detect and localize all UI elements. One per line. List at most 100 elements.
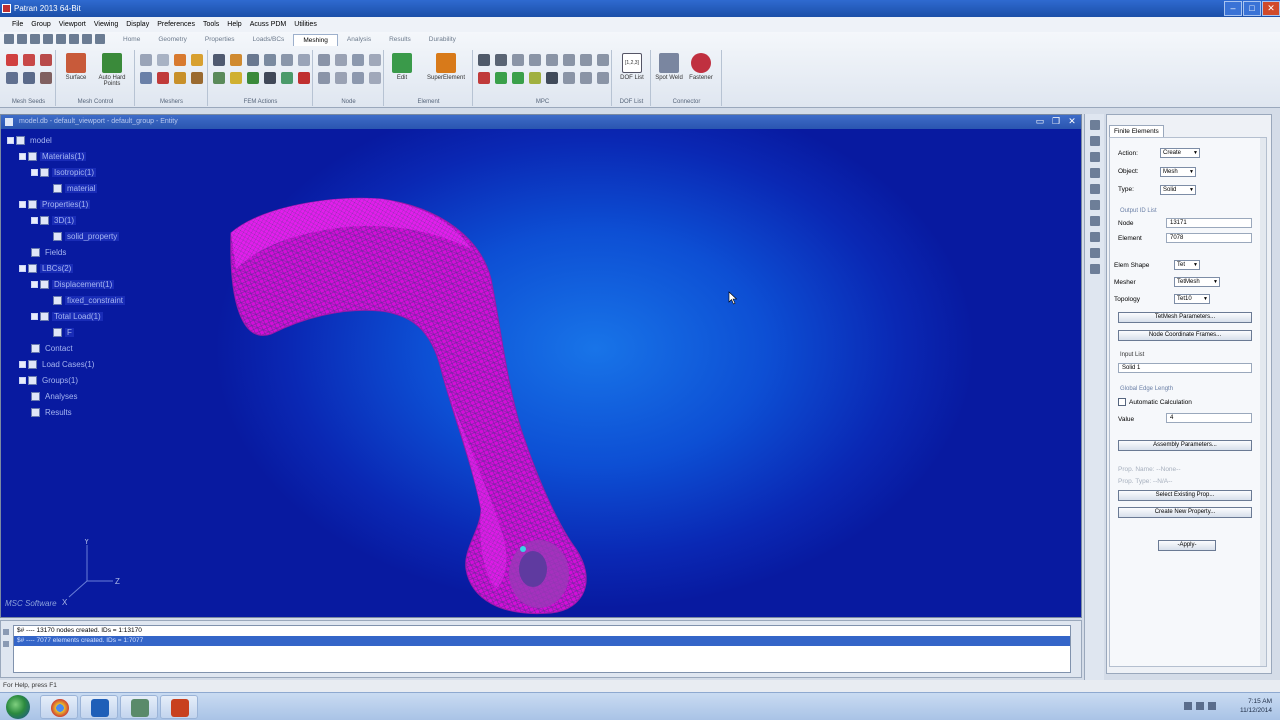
mpc-modify-icon[interactable] xyxy=(580,72,592,84)
fem-equiv-icon[interactable] xyxy=(213,72,225,84)
mpc-rbe1-icon[interactable] xyxy=(597,54,609,66)
viewport-close-button[interactable]: ✕ xyxy=(1065,116,1079,127)
mesher-sweep-icon[interactable] xyxy=(191,54,203,66)
tab-finite-elements[interactable]: Finite Elements xyxy=(1109,125,1164,137)
zoom-in-icon[interactable] xyxy=(1089,136,1100,146)
network-icon[interactable] xyxy=(1196,702,1204,710)
topology-select[interactable]: Tet10 xyxy=(1174,294,1210,304)
fem-transform-icon[interactable] xyxy=(281,54,293,66)
tree-item-solid-property[interactable]: solid_property xyxy=(53,231,120,243)
mpc-sliding-icon[interactable] xyxy=(495,72,507,84)
spot-weld-button[interactable]: Spot Weld xyxy=(652,53,686,81)
tree-item-isotropic[interactable]: Isotropic(1) xyxy=(31,167,97,179)
node-project-icon[interactable] xyxy=(352,72,364,84)
iso-view-icon[interactable] xyxy=(1089,168,1100,178)
viewport-restore-button[interactable]: ❐ xyxy=(1049,116,1063,127)
mesher-select[interactable]: TetMesh xyxy=(1174,277,1220,287)
element-id-field[interactable]: 7078 xyxy=(1166,233,1252,243)
mpc-link-icon[interactable] xyxy=(546,72,558,84)
front-view-icon[interactable] xyxy=(1089,184,1100,194)
object-select[interactable]: Mesh xyxy=(1160,167,1196,177)
edge-length-value-field[interactable]: 4 xyxy=(1166,413,1252,423)
fem-sweep-icon[interactable] xyxy=(264,54,276,66)
menu-acuss-pdm[interactable]: Acuss PDM xyxy=(250,21,287,28)
tree-item-total-load[interactable]: Total Load(1) xyxy=(31,311,103,323)
mpc-show-icon[interactable] xyxy=(563,72,575,84)
close-button[interactable]: ✕ xyxy=(1262,1,1280,16)
mpc-surf-icon[interactable] xyxy=(512,72,524,84)
tree-item-materials[interactable]: Materials(1) xyxy=(19,151,87,163)
mpc-rbe3-icon[interactable] xyxy=(512,54,524,66)
menu-tools[interactable]: Tools xyxy=(203,21,219,28)
viewport-canvas[interactable]: model Materials(1) Isotropic(1) material… xyxy=(1,129,1081,617)
tree-item-fixed-constraint[interactable]: fixed_constraint xyxy=(53,295,126,307)
fem-pointer-icon[interactable] xyxy=(213,54,225,66)
tab-durability[interactable]: Durability xyxy=(420,34,465,46)
node-show-icon[interactable] xyxy=(369,54,381,66)
tab-loads-bcs[interactable]: Loads/BCs xyxy=(244,34,294,46)
tree-item-f[interactable]: F xyxy=(53,327,74,339)
tree-item-fields[interactable]: Fields xyxy=(31,247,68,259)
print-icon[interactable] xyxy=(56,34,66,44)
tree-item-properties[interactable]: Properties(1) xyxy=(19,199,91,211)
node-modify-icon[interactable] xyxy=(352,54,364,66)
tab-meshing[interactable]: Meshing xyxy=(293,34,338,46)
type-select[interactable]: Solid xyxy=(1160,185,1196,195)
mesher-curve-icon[interactable] xyxy=(140,54,152,66)
dof-list-button[interactable]: [1,2,3] DOF List xyxy=(615,53,649,81)
node-coordinate-frames-button[interactable]: Node Coordinate Frames... xyxy=(1118,330,1252,341)
menu-display[interactable]: Display xyxy=(126,21,149,28)
mesher-iso-icon[interactable] xyxy=(140,72,152,84)
edit-button[interactable]: Edit xyxy=(385,53,419,81)
node-delete-icon[interactable] xyxy=(318,72,330,84)
seed-tess-icon[interactable] xyxy=(40,72,52,84)
tab-home[interactable]: Home xyxy=(114,34,149,46)
render-icon[interactable] xyxy=(1089,200,1100,210)
mesher-tet-icon[interactable] xyxy=(174,72,186,84)
mesher-paver-icon[interactable] xyxy=(157,72,169,84)
fem-smooth-icon[interactable] xyxy=(247,54,259,66)
zoom-out-icon[interactable] xyxy=(1089,152,1100,162)
open-file-icon[interactable] xyxy=(17,34,27,44)
mesher-hex-icon[interactable] xyxy=(191,72,203,84)
start-button[interactable] xyxy=(6,695,30,719)
fem-refine-icon[interactable] xyxy=(230,54,242,66)
mesher-solid-icon[interactable] xyxy=(174,54,186,66)
tree-item-3d[interactable]: 3D(1) xyxy=(31,215,77,227)
volume-icon[interactable] xyxy=(1208,702,1216,710)
create-new-property-button[interactable]: Create New Property... xyxy=(1118,507,1252,518)
seed-one-way-icon[interactable] xyxy=(23,54,35,66)
mpc-rbar-icon[interactable] xyxy=(563,54,575,66)
seed-curve-icon[interactable] xyxy=(6,72,18,84)
tree-item-material[interactable]: material xyxy=(53,183,98,195)
tetmesh-parameters-button[interactable]: TetMesh Parameters... xyxy=(1118,312,1252,323)
fem-verify-icon[interactable] xyxy=(230,72,242,84)
seed-two-way-icon[interactable] xyxy=(40,54,52,66)
new-file-icon[interactable] xyxy=(4,34,14,44)
maximize-button[interactable]: □ xyxy=(1243,1,1261,16)
action-select[interactable]: Create xyxy=(1160,148,1200,158)
tree-item-contact[interactable]: Contact xyxy=(31,343,75,355)
input-list-field[interactable]: Solid 1 xyxy=(1118,363,1252,373)
taskbar-outlook[interactable] xyxy=(80,695,118,719)
tree-item-analyses[interactable]: Analyses xyxy=(31,391,79,403)
fem-edit-icon[interactable] xyxy=(298,54,310,66)
node-equiv-icon[interactable] xyxy=(335,72,347,84)
mpc-rbe2-icon[interactable] xyxy=(495,54,507,66)
menu-file[interactable]: File xyxy=(12,21,23,28)
shaded-icon[interactable] xyxy=(1089,248,1100,258)
wireframe-icon[interactable] xyxy=(1089,216,1100,226)
node-transform-icon[interactable] xyxy=(335,54,347,66)
fem-delete-icon[interactable] xyxy=(298,72,310,84)
menu-viewport[interactable]: Viewport xyxy=(59,21,86,28)
hidden-line-icon[interactable] xyxy=(1089,232,1100,242)
node-id-field[interactable]: 13171 xyxy=(1166,218,1252,228)
elem-shape-select[interactable]: Tet xyxy=(1174,260,1200,270)
seed-uniform-icon[interactable] xyxy=(6,54,18,66)
fit-view-icon[interactable] xyxy=(1089,120,1100,130)
taskbar-powerpoint[interactable] xyxy=(160,695,198,719)
clock[interactable]: 7:15 AM 11/12/2014 xyxy=(1240,697,1272,715)
taskbar-chrome[interactable] xyxy=(40,695,78,719)
pan-icon[interactable] xyxy=(82,34,92,44)
menu-group[interactable]: Group xyxy=(31,21,50,28)
